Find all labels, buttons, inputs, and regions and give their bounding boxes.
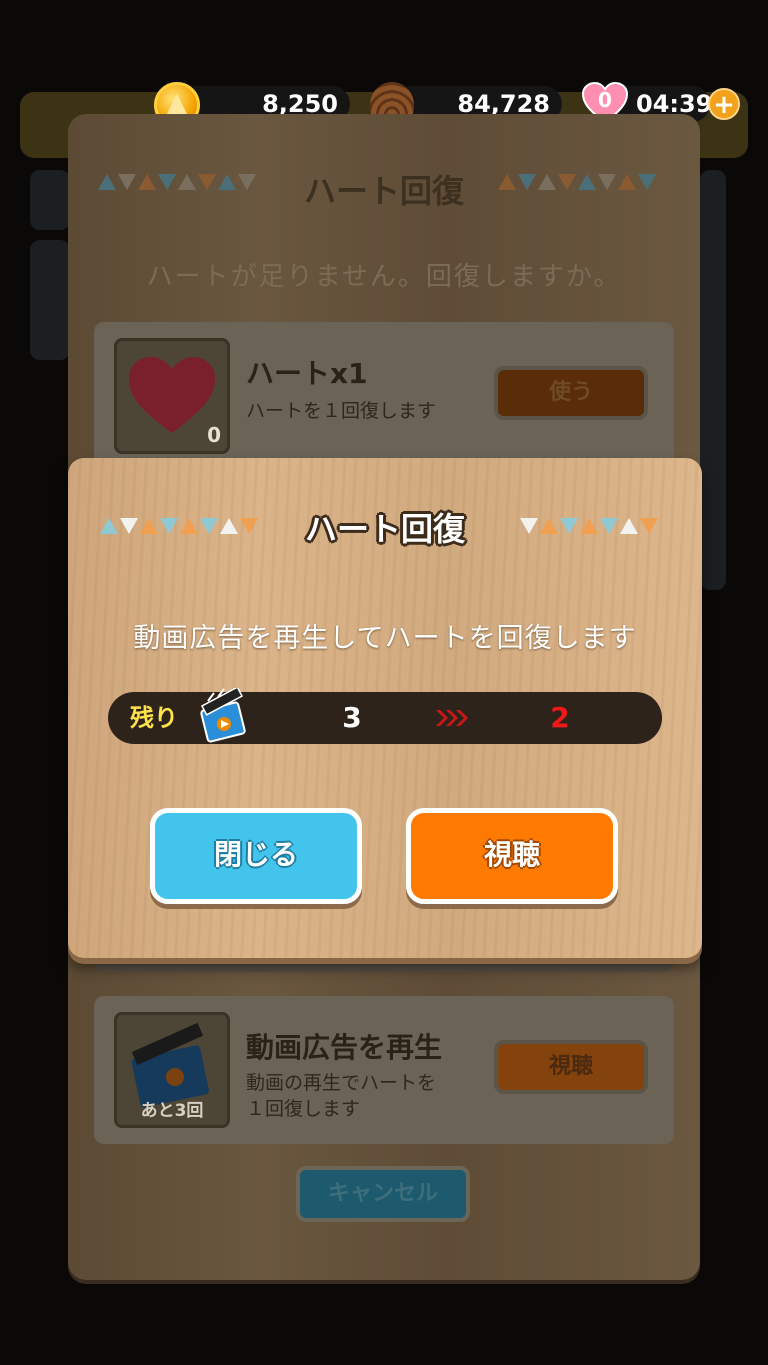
heart-item-description: ハートを１回復します xyxy=(246,400,437,422)
arrows-right-icon xyxy=(436,710,468,726)
watch-button[interactable]: 視聴 xyxy=(406,808,618,904)
modal-message: 動画広告を再生してハートを回復します xyxy=(133,623,637,654)
add-hearts-button[interactable]: + xyxy=(708,88,740,120)
video-ad-description-line: 動画の再生でハートを xyxy=(246,1072,437,1094)
dialog-title: ハート回復 xyxy=(303,172,464,210)
video-ad-description-line: １回復します xyxy=(246,1098,361,1120)
video-ad-description: 動画の再生でハートを １回復します xyxy=(246,1070,436,1122)
watch-video-button-background[interactable]: 視聴 xyxy=(494,1040,648,1094)
clapperboard-icon xyxy=(200,688,246,743)
background-panel xyxy=(700,170,726,590)
remaining-after-count: 2 xyxy=(550,701,570,734)
video-ad-title: 動画広告を再生 xyxy=(246,1031,443,1064)
heart-count: 0 xyxy=(598,88,612,112)
remaining-label: 残り xyxy=(130,704,178,732)
heart-item-count: 0 xyxy=(207,423,221,447)
use-button[interactable]: 使う xyxy=(494,366,648,420)
plus-icon: + xyxy=(713,90,735,120)
heart-item-thumbnail: 0 xyxy=(114,338,230,454)
heart-item-title: ハートx1 xyxy=(246,357,368,390)
heart-item-card: 0 ハートx1 ハートを１回復します 使う xyxy=(94,322,674,470)
background-panel xyxy=(30,240,70,360)
video-ad-confirm-modal: ハート回復 動画広告を再生してハートを回復します 残り 3 2 閉じる 視聴 xyxy=(68,458,702,958)
remaining-current-count: 3 xyxy=(342,701,362,734)
cancel-button[interactable]: キャンセル xyxy=(296,1166,470,1222)
modal-title: ハート回復 xyxy=(304,510,465,548)
video-remaining-badge: あと3回 xyxy=(140,1101,204,1121)
dialog-subtitle: ハートが足りません。回復しますか。 xyxy=(146,262,622,292)
remaining-views-bar: 残り 3 2 xyxy=(108,688,662,744)
video-ad-card: あと3回 動画広告を再生 動画の再生でハートを １回復します 視聴 xyxy=(94,996,674,1144)
background-panel xyxy=(30,170,70,230)
close-button[interactable]: 閉じる xyxy=(150,808,362,904)
video-ad-thumbnail: あと3回 xyxy=(114,1012,230,1128)
